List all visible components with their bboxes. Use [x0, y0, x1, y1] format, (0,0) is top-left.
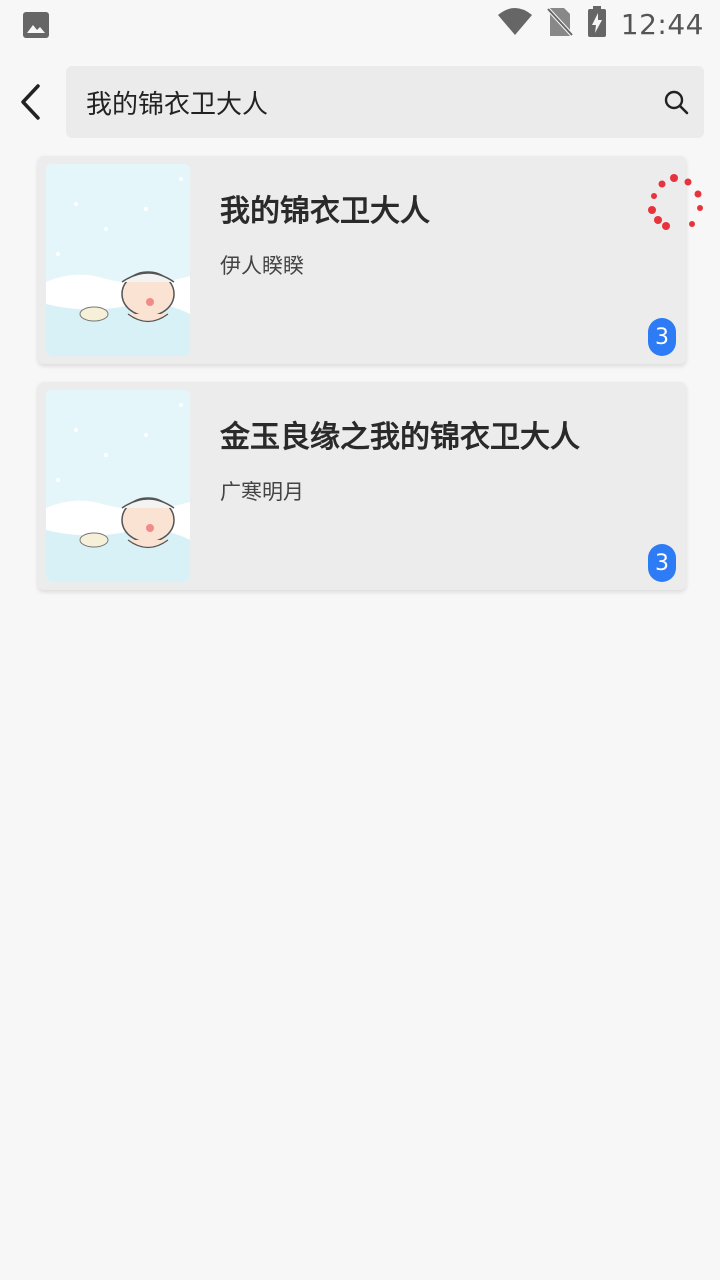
wifi-icon: [497, 7, 533, 41]
count-badge: 3: [648, 544, 676, 582]
book-author: 广寒明月: [220, 480, 304, 504]
search-button[interactable]: [660, 86, 692, 118]
search-results-list: 我的锦衣卫大人 伊人睽睽 3 金玉良缘之我的锦衣卫大人 广寒明月 3: [38, 156, 686, 608]
chevron-left-icon: [21, 84, 40, 120]
book-author: 伊人睽睽: [220, 254, 304, 278]
book-cover-image: [46, 390, 190, 582]
search-icon: [664, 90, 689, 115]
back-button[interactable]: [8, 80, 52, 124]
status-bar: 12:44: [0, 0, 720, 48]
search-box: [66, 66, 704, 138]
search-header: [0, 66, 720, 138]
count-badge: 3: [648, 318, 676, 356]
book-title: 我的锦衣卫大人: [220, 194, 430, 229]
image-icon: [22, 11, 50, 43]
status-time: 12:44: [620, 7, 704, 41]
book-cover-image: [46, 164, 190, 356]
loading-spinner-icon: [640, 170, 708, 238]
battery-charging-icon: [587, 6, 607, 42]
result-card-1[interactable]: 我的锦衣卫大人 伊人睽睽 3: [38, 156, 686, 364]
search-input[interactable]: [86, 66, 646, 138]
no-sim-icon: [546, 7, 574, 41]
book-title: 金玉良缘之我的锦衣卫大人: [220, 420, 580, 455]
result-card-2[interactable]: 金玉良缘之我的锦衣卫大人 广寒明月 3: [38, 382, 686, 590]
